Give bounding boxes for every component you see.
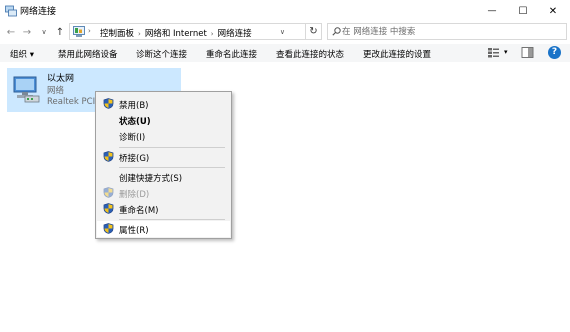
shield-icon <box>103 203 114 214</box>
view-status-button[interactable]: 查看此连接的状态 <box>276 48 344 60</box>
menu-item-delete: 删除(D) <box>97 185 230 201</box>
breadcrumb-item-network-connections[interactable]: 网络连接 <box>218 29 252 39</box>
menu-item-bridge[interactable]: 桥接(G) <box>97 149 230 165</box>
organize-menu[interactable]: 组织 ▾ <box>10 48 34 60</box>
menu-item-disable[interactable]: 禁用(B) <box>97 96 230 112</box>
forward-button[interactable]: → <box>20 24 34 40</box>
search-box[interactable] <box>327 23 567 40</box>
help-button[interactable]: ? <box>548 46 561 59</box>
shield-icon <box>103 223 114 234</box>
breadcrumb-item-network-internet[interactable]: 网络和 Internet <box>145 29 207 39</box>
menu-separator <box>119 167 225 168</box>
menu-item-label: 删除(D) <box>119 190 150 200</box>
chevron-down-icon: ∨ <box>41 28 47 36</box>
menu-item-diagnose[interactable]: 诊断(I) <box>97 128 230 144</box>
refresh-icon: ↻ <box>309 26 318 37</box>
menu-item-label: 禁用(B) <box>119 101 149 111</box>
connection-status: 网络 <box>47 86 65 96</box>
view-options-icon[interactable] <box>487 46 500 59</box>
address-bar[interactable]: › 控制面板 › 网络和 Internet › 网络连接 ∨ <box>69 23 306 40</box>
menu-item-label: 创建快捷方式(S) <box>119 174 183 184</box>
shield-icon <box>103 98 114 109</box>
connections-list: 以太网 网络 Realtek PCIe <box>0 64 570 332</box>
search-icon <box>332 27 341 36</box>
search-input[interactable] <box>342 25 562 38</box>
back-button[interactable]: ← <box>4 24 18 40</box>
menu-separator <box>119 147 225 148</box>
address-row: ← → ∨ ↑ › 控制面板 › 网络和 Internet › 网络连接 ∨ ↻ <box>0 22 570 42</box>
command-bar: 组织 ▾ 禁用此网络设备 诊断这个连接 重命名此连接 查看此连接的状态 更改此连… <box>0 44 570 62</box>
view-options-dropdown-icon[interactable]: ▾ <box>504 48 508 56</box>
connection-name: 以太网 <box>47 74 75 84</box>
ethernet-adapter-icon <box>13 76 40 103</box>
close-icon: ✕ <box>548 5 558 17</box>
breadcrumb-item-control-panel[interactable]: 控制面板 <box>100 29 134 39</box>
back-arrow-icon: ← <box>6 26 16 38</box>
menu-item-label: 重命名(M) <box>119 206 159 216</box>
menu-item-create-shortcut[interactable]: 创建快捷方式(S) <box>97 169 230 185</box>
breadcrumb-separator-icon: › <box>88 27 91 35</box>
preview-pane-icon[interactable] <box>521 46 534 59</box>
close-button[interactable]: ✕ <box>538 0 568 22</box>
refresh-button[interactable]: ↻ <box>305 23 322 40</box>
breadcrumb-separator-icon: › <box>210 30 214 38</box>
menu-separator <box>119 219 225 220</box>
connection-adapter: Realtek PCIe <box>47 97 101 107</box>
shield-icon <box>103 151 114 162</box>
maximize-icon: ☐ <box>518 5 528 17</box>
control-panel-icon <box>73 26 85 37</box>
disable-device-button[interactable]: 禁用此网络设备 <box>58 48 118 60</box>
title-bar: 网络连接 — ☐ ✕ <box>0 0 570 22</box>
menu-item-status[interactable]: 状态(U) <box>97 112 230 128</box>
menu-item-label: 属性(R) <box>119 226 149 236</box>
recent-locations-button[interactable]: ∨ <box>37 24 51 40</box>
address-dropdown-icon[interactable]: ∨ <box>280 28 285 36</box>
minimize-icon: — <box>487 6 497 16</box>
menu-item-label: 状态(U) <box>119 117 151 127</box>
change-settings-button[interactable]: 更改此连接的设置 <box>363 48 431 60</box>
menu-item-label: 桥接(G) <box>119 154 150 164</box>
menu-item-label: 诊断(I) <box>119 133 146 143</box>
diagnose-connection-button[interactable]: 诊断这个连接 <box>136 48 187 60</box>
help-icon: ? <box>551 47 558 57</box>
network-connections-icon <box>5 5 17 17</box>
menu-item-rename[interactable]: 重命名(M) <box>97 201 230 217</box>
forward-arrow-icon: → <box>22 26 32 38</box>
breadcrumb: 控制面板 › 网络和 Internet › 网络连接 <box>100 27 252 39</box>
rename-connection-button[interactable]: 重命名此连接 <box>206 48 257 60</box>
context-menu: 禁用(B) 状态(U) 诊断(I) 桥接(G) 创建快捷方式(S) 删除(D) … <box>95 91 232 239</box>
window-title: 网络连接 <box>20 7 57 17</box>
menu-item-properties[interactable]: 属性(R) <box>97 221 230 237</box>
shield-icon <box>103 187 114 198</box>
maximize-button[interactable]: ☐ <box>508 0 538 22</box>
up-arrow-icon: ↑ <box>55 26 65 38</box>
breadcrumb-separator-icon: › <box>138 30 141 38</box>
up-button[interactable]: ↑ <box>53 24 67 40</box>
minimize-button[interactable]: — <box>477 0 507 22</box>
